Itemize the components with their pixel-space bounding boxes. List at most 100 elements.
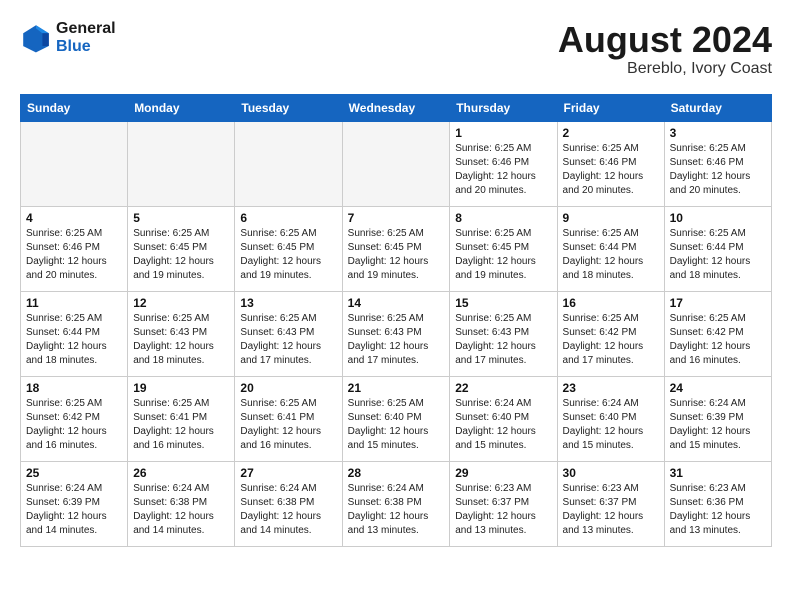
day-number: 9 [563,211,659,225]
day-info: Sunrise: 6:25 AM Sunset: 6:46 PM Dayligh… [26,227,122,283]
day-cell: 11 Sunrise: 6:25 AM Sunset: 6:44 PM Dayli… [21,291,128,376]
day-info: Sunrise: 6:25 AM Sunset: 6:44 PM Dayligh… [563,227,659,283]
day-cell: 29 Sunrise: 6:23 AM Sunset: 6:37 PM Dayli… [450,461,557,546]
day-info: Sunrise: 6:24 AM Sunset: 6:40 PM Dayligh… [563,397,659,453]
day-cell: 30 Sunrise: 6:23 AM Sunset: 6:37 PM Dayli… [557,461,664,546]
day-number: 8 [455,211,551,225]
calendar-subtitle: Bereblo, Ivory Coast [558,60,772,78]
day-info: Sunrise: 6:25 AM Sunset: 6:43 PM Dayligh… [455,312,551,368]
day-info: Sunrise: 6:24 AM Sunset: 6:38 PM Dayligh… [133,482,229,538]
day-info: Sunrise: 6:24 AM Sunset: 6:38 PM Dayligh… [240,482,336,538]
day-info: Sunrise: 6:25 AM Sunset: 6:46 PM Dayligh… [563,142,659,198]
title-block: August 2024 Bereblo, Ivory Coast [558,20,772,78]
day-number: 13 [240,296,336,310]
day-number: 10 [670,211,766,225]
day-cell: 27Sunrise: 6:24 AM Sunset: 6:38 PM Dayli… [235,461,342,546]
day-number: 3 [670,126,766,140]
header-cell-thursday: Thursday [450,94,557,121]
day-cell: 31 Sunrise: 6:23 AM Sunset: 6:36 PM Dayli… [664,461,771,546]
week-row-4: 18 Sunrise: 6:25 AM Sunset: 6:42 PM Dayli… [21,376,772,461]
header-cell-saturday: Saturday [664,94,771,121]
day-cell: 24Sunrise: 6:24 AM Sunset: 6:39 PM Dayli… [664,376,771,461]
day-info: Sunrise: 6:25 AM Sunset: 6:43 PM Dayligh… [240,312,336,368]
day-number: 11 [26,296,122,310]
day-cell: 3 Sunrise: 6:25 AM Sunset: 6:46 PM Daylig… [664,121,771,206]
header-row: SundayMondayTuesdayWednesdayThursdayFrid… [21,94,772,121]
day-info: Sunrise: 6:23 AM Sunset: 6:36 PM Dayligh… [670,482,766,538]
day-number: 19 [133,381,229,395]
week-row-2: 4 Sunrise: 6:25 AM Sunset: 6:46 PM Daylig… [21,206,772,291]
day-number: 4 [26,211,122,225]
day-cell: 13 Sunrise: 6:25 AM Sunset: 6:43 PM Dayli… [235,291,342,376]
day-info: Sunrise: 6:25 AM Sunset: 6:42 PM Dayligh… [670,312,766,368]
week-row-3: 11 Sunrise: 6:25 AM Sunset: 6:44 PM Dayli… [21,291,772,376]
day-cell: 2 Sunrise: 6:25 AM Sunset: 6:46 PM Daylig… [557,121,664,206]
day-info: Sunrise: 6:25 AM Sunset: 6:44 PM Dayligh… [26,312,122,368]
day-cell [21,121,128,206]
day-cell: 10 Sunrise: 6:25 AM Sunset: 6:44 PM Dayli… [664,206,771,291]
day-number: 20 [240,381,336,395]
header-cell-wednesday: Wednesday [342,94,450,121]
header-cell-tuesday: Tuesday [235,94,342,121]
day-number: 12 [133,296,229,310]
day-number: 26 [133,466,229,480]
day-info: Sunrise: 6:25 AM Sunset: 6:45 PM Dayligh… [348,227,445,283]
day-info: Sunrise: 6:24 AM Sunset: 6:39 PM Dayligh… [670,397,766,453]
day-cell: 28 Sunrise: 6:24 AM Sunset: 6:38 PM Dayli… [342,461,450,546]
day-info: Sunrise: 6:23 AM Sunset: 6:37 PM Dayligh… [563,482,659,538]
day-cell: 7 Sunrise: 6:25 AM Sunset: 6:45 PM Daylig… [342,206,450,291]
day-info: Sunrise: 6:24 AM Sunset: 6:39 PM Dayligh… [26,482,122,538]
day-info: Sunrise: 6:25 AM Sunset: 6:45 PM Dayligh… [455,227,551,283]
day-cell: 17 Sunrise: 6:25 AM Sunset: 6:42 PM Dayli… [664,291,771,376]
calendar-table: SundayMondayTuesdayWednesdayThursdayFrid… [20,94,772,547]
day-number: 28 [348,466,445,480]
day-number: 31 [670,466,766,480]
day-info: Sunrise: 6:25 AM Sunset: 6:46 PM Dayligh… [670,142,766,198]
day-cell: 18 Sunrise: 6:25 AM Sunset: 6:42 PM Dayli… [21,376,128,461]
day-info: Sunrise: 6:25 AM Sunset: 6:44 PM Dayligh… [670,227,766,283]
day-info: Sunrise: 6:25 AM Sunset: 6:41 PM Dayligh… [133,397,229,453]
day-cell: 9 Sunrise: 6:25 AM Sunset: 6:44 PM Daylig… [557,206,664,291]
day-cell [342,121,450,206]
day-info: Sunrise: 6:23 AM Sunset: 6:37 PM Dayligh… [455,482,551,538]
day-info: Sunrise: 6:25 AM Sunset: 6:43 PM Dayligh… [133,312,229,368]
calendar-title: August 2024 [558,20,772,60]
day-number: 23 [563,381,659,395]
day-cell: 6Sunrise: 6:25 AM Sunset: 6:45 PM Daylig… [235,206,342,291]
day-info: Sunrise: 6:25 AM Sunset: 6:45 PM Dayligh… [133,227,229,283]
week-row-5: 25 Sunrise: 6:24 AM Sunset: 6:39 PM Dayli… [21,461,772,546]
day-info: Sunrise: 6:25 AM Sunset: 6:43 PM Dayligh… [348,312,445,368]
header-cell-monday: Monday [128,94,235,121]
day-number: 16 [563,296,659,310]
day-info: Sunrise: 6:25 AM Sunset: 6:46 PM Dayligh… [455,142,551,198]
logo: General Blue [20,20,116,56]
week-row-1: 1 Sunrise: 6:25 AM Sunset: 6:46 PM Daylig… [21,121,772,206]
day-number: 17 [670,296,766,310]
day-cell [235,121,342,206]
day-info: Sunrise: 6:25 AM Sunset: 6:42 PM Dayligh… [26,397,122,453]
day-cell: 19 Sunrise: 6:25 AM Sunset: 6:41 PM Dayli… [128,376,235,461]
day-number: 25 [26,466,122,480]
day-number: 5 [133,211,229,225]
day-cell: 4 Sunrise: 6:25 AM Sunset: 6:46 PM Daylig… [21,206,128,291]
day-number: 14 [348,296,445,310]
header-cell-friday: Friday [557,94,664,121]
day-number: 7 [348,211,445,225]
logo-text: General Blue [56,20,116,56]
day-info: Sunrise: 6:24 AM Sunset: 6:38 PM Dayligh… [348,482,445,538]
day-cell: 15Sunrise: 6:25 AM Sunset: 6:43 PM Dayli… [450,291,557,376]
day-number: 30 [563,466,659,480]
day-cell: 21Sunrise: 6:25 AM Sunset: 6:40 PM Dayli… [342,376,450,461]
day-cell: 5 Sunrise: 6:25 AM Sunset: 6:45 PM Daylig… [128,206,235,291]
day-number: 29 [455,466,551,480]
day-number: 2 [563,126,659,140]
day-cell: 25 Sunrise: 6:24 AM Sunset: 6:39 PM Dayli… [21,461,128,546]
day-cell: 1 Sunrise: 6:25 AM Sunset: 6:46 PM Daylig… [450,121,557,206]
day-info: Sunrise: 6:25 AM Sunset: 6:45 PM Dayligh… [240,227,336,283]
logo-icon [20,22,52,54]
day-cell [128,121,235,206]
day-number: 22 [455,381,551,395]
day-cell: 20Sunrise: 6:25 AM Sunset: 6:41 PM Dayli… [235,376,342,461]
day-number: 18 [26,381,122,395]
day-number: 1 [455,126,551,140]
